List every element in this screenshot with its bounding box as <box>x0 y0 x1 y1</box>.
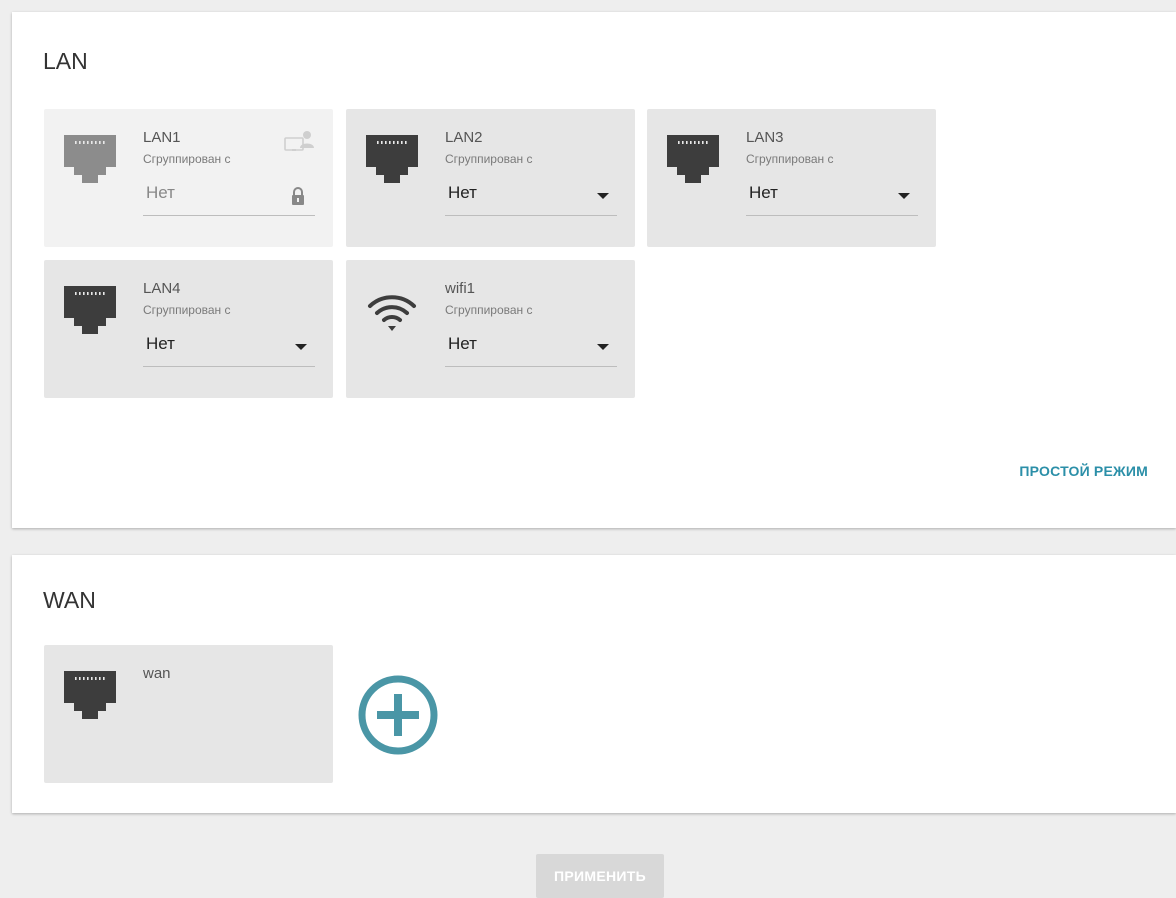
ethernet-port-icon <box>64 135 116 185</box>
ethernet-port-icon <box>64 286 116 336</box>
chevron-down-icon <box>597 344 609 350</box>
wifi-icon <box>368 295 416 331</box>
group-select-lan1: Нет <box>143 174 315 216</box>
port-name: LAN1 <box>143 129 181 146</box>
group-select-wifi1[interactable]: Нет <box>445 325 617 367</box>
port-card-lan2: LAN2 Сгруппирован с Нет <box>346 109 635 247</box>
port-name: LAN3 <box>746 129 784 146</box>
chevron-down-icon <box>898 193 910 199</box>
port-grouped-label: Сгруппирован с <box>746 152 834 166</box>
group-select-lan3[interactable]: Нет <box>746 174 918 216</box>
port-name: LAN2 <box>445 129 483 146</box>
simple-mode-link[interactable]: ПРОСТОЙ РЕЖИМ <box>1019 463 1148 479</box>
port-card-lan1: LAN1 Сгруппирован с Нет <box>44 109 333 247</box>
port-grouped-label: Сгруппирован с <box>143 152 231 166</box>
computer-user-icon <box>284 131 314 151</box>
port-name: LAN4 <box>143 280 181 297</box>
group-select-lan2[interactable]: Нет <box>445 174 617 216</box>
ethernet-port-icon <box>64 671 116 721</box>
select-value: Нет <box>448 334 477 353</box>
lock-icon <box>292 187 304 205</box>
port-card-lan3: LAN3 Сгруппирован с Нет <box>647 109 936 247</box>
port-grouped-label: Сгруппирован с <box>143 303 231 317</box>
ethernet-port-icon <box>366 135 418 185</box>
wan-title: WAN <box>43 587 96 613</box>
port-name: wifi1 <box>445 280 476 297</box>
select-value: Нет <box>448 183 477 202</box>
group-select-lan4[interactable]: Нет <box>143 325 315 367</box>
port-card-wifi1: wifi1 Сгруппирован с Нет <box>346 260 635 398</box>
lan-panel: LAN LAN1 Сгруппирован с Нет LAN2 Сгруппи… <box>12 12 1176 528</box>
wan-panel: WAN wan <box>12 555 1176 813</box>
ethernet-port-icon <box>667 135 719 185</box>
lan-title: LAN <box>43 48 88 74</box>
apply-button[interactable]: ПРИМЕНИТЬ <box>536 854 664 898</box>
select-value: Нет <box>749 183 778 202</box>
port-grouped-label: Сгруппирован с <box>445 303 533 317</box>
select-value: Нет <box>146 183 175 202</box>
select-value: Нет <box>146 334 175 353</box>
port-card-wan[interactable]: wan <box>44 645 333 783</box>
port-name: wan <box>143 665 171 682</box>
port-card-lan4: LAN4 Сгруппирован с Нет <box>44 260 333 398</box>
port-grouped-label: Сгруппирован с <box>445 152 533 166</box>
chevron-down-icon <box>295 344 307 350</box>
add-circle-icon[interactable] <box>357 674 439 756</box>
chevron-down-icon <box>597 193 609 199</box>
